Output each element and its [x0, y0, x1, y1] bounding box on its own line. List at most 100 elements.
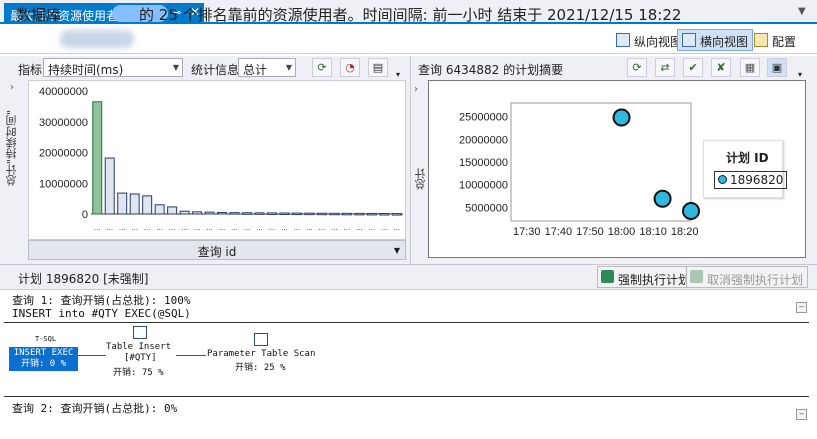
legend-item[interactable]: 1896820 — [714, 171, 788, 189]
horizontal-view-label: 横向视图 — [700, 35, 749, 49]
table-insert-cost: 开销: 75 % — [113, 368, 164, 378]
unforce-plan-button[interactable]: 取消强制执行计划 — [686, 266, 809, 288]
x-tick-label: ... — [131, 223, 138, 232]
bar — [129, 193, 140, 215]
y-tick-label: 20000000 — [39, 148, 88, 160]
parameter-table-scan-label: Parameter Table Scan — [207, 349, 316, 359]
toolbar-overflow-icon[interactable]: ▾ — [798, 70, 802, 79]
track-query-icon[interactable]: ◔ — [340, 58, 360, 77]
statistic-select[interactable]: 总计 ▼ — [238, 58, 296, 77]
insert-exec-node[interactable]: INSERT EXEC 开销: 0 % — [9, 347, 78, 371]
table-insert-icon[interactable] — [133, 326, 147, 339]
bar — [92, 101, 103, 215]
legend-title: 计划 ID — [726, 151, 769, 165]
bar — [279, 212, 290, 215]
force-plan-label: 强制执行计划 — [618, 273, 691, 287]
bar — [304, 212, 315, 216]
query-id-axis-button[interactable]: 查询 id ▼ — [28, 240, 406, 260]
x-tick-label: ... — [244, 223, 251, 232]
x-tick-label: ... — [169, 223, 176, 232]
query1-sql: INSERT into #QTY EXEC(@SQL) — [12, 307, 191, 320]
bar — [167, 206, 178, 215]
horizontal-view-button[interactable]: 横向视图 — [677, 29, 754, 51]
y-tick-label: 0 — [82, 209, 88, 221]
metric-label: 指标 — [18, 63, 43, 77]
x-tick-label: ... — [319, 223, 326, 232]
bar — [154, 204, 165, 215]
table-insert-label: Table Insert — [106, 342, 172, 352]
plan-arrow — [176, 355, 206, 356]
x-tick-label: ... — [181, 223, 188, 232]
toolbar-overflow-icon[interactable]: ▾ — [396, 70, 400, 79]
plan-arrow — [78, 355, 106, 356]
bar — [291, 212, 302, 216]
vertical-view-label: 纵向视图 — [634, 35, 683, 49]
x-tick-label: ... — [281, 223, 288, 232]
view-query-text-icon[interactable]: ▤ — [368, 58, 388, 77]
bar — [266, 212, 277, 215]
plan-legend: 计划 ID 1896820 — [703, 140, 788, 198]
left-y-axis-label: 总计"持续时间" — [5, 110, 18, 187]
right-y-axis-label: 总计 — [414, 168, 427, 190]
bar — [142, 195, 153, 215]
y-tick-label: 25000000 — [459, 112, 508, 124]
x-tick-label: ... — [119, 223, 126, 232]
bar — [379, 213, 390, 216]
report-description: 数据库 的 25 个排名靠前的资源使用者。时间间隔: 前一小时 结束于 2021/… — [16, 4, 681, 25]
unforce-plan-icon[interactable]: ✘ — [711, 58, 731, 77]
configure-button[interactable]: 配置 — [749, 29, 801, 51]
bar — [117, 192, 128, 215]
y-tick-label: 10000000 — [39, 178, 88, 190]
y-tick-label: 30000000 — [39, 117, 88, 129]
bar — [329, 212, 340, 216]
refresh-icon[interactable]: ⟳ — [312, 58, 332, 77]
force-plan-icon[interactable]: ✔ — [683, 58, 703, 77]
chevron-down-icon: ▼ — [285, 63, 292, 72]
y-tick-label: 15000000 — [459, 157, 508, 169]
query-divider — [4, 396, 809, 397]
force-plan-button[interactable]: 强制执行计划 — [597, 266, 696, 288]
bar — [217, 211, 228, 215]
vertical-view-button[interactable]: 纵向视图 — [611, 29, 687, 51]
unforce-plan-icon — [690, 270, 703, 283]
duration-bar-chart: 0 10000000 20000000 30000000 40000000.......… — [28, 80, 406, 240]
x-tick-label: ... — [269, 223, 276, 232]
x-tick-label: ... — [393, 223, 400, 232]
plan-summary-title: 查询 6434882 的计划摘要 — [418, 63, 564, 77]
force-plan-icon — [601, 270, 614, 283]
metric-select-value: 持续时间(ms) — [48, 63, 124, 77]
metric-select[interactable]: 持续时间(ms) ▼ — [43, 58, 183, 77]
header-text-post: 的 25 个排名靠前的资源使用者。时间间隔: 前一小时 结束于 2021/12/… — [139, 6, 682, 24]
x-tick-label: ... — [231, 223, 238, 232]
x-tick-label: ... — [344, 223, 351, 232]
query-divider — [4, 322, 809, 323]
x-tick-label: ... — [356, 223, 363, 232]
chart-view-icon[interactable]: ▣ — [767, 58, 787, 77]
x-tick-label: 18:00 — [608, 226, 636, 238]
header-text-pre: 数据库 — [16, 6, 62, 24]
scatter-point — [612, 108, 631, 127]
compare-plans-icon[interactable]: ⇄ — [655, 58, 675, 77]
parameter-table-scan-icon[interactable] — [254, 333, 268, 346]
plan-title: 计划 1896820 [未强制] — [18, 272, 149, 286]
bar — [354, 212, 365, 216]
legend-marker — [718, 175, 727, 184]
x-tick-label: 17:30 — [513, 226, 541, 238]
x-tick-label: ... — [156, 223, 163, 232]
x-tick-label: 17:50 — [576, 226, 604, 238]
expand-right-icon[interactable]: › — [414, 84, 418, 95]
tab-dropdown-icon[interactable]: ▼ — [798, 6, 806, 17]
collapse-query2-icon[interactable]: − — [796, 409, 807, 420]
y-tick-label: 10000000 — [459, 180, 508, 192]
bar — [341, 212, 352, 216]
statistic-label: 统计信息 — [191, 63, 240, 77]
grid-view-icon[interactable]: ▦ — [740, 58, 760, 77]
refresh-icon[interactable]: ⟳ — [627, 58, 647, 77]
bar — [366, 212, 377, 216]
collapse-query1-icon[interactable]: − — [796, 302, 807, 313]
x-tick-label: ... — [219, 223, 226, 232]
expand-left-icon[interactable]: › — [10, 82, 14, 93]
horizontal-layout-icon — [682, 33, 696, 47]
chevron-down-icon: ▼ — [393, 246, 400, 255]
y-tick-label: 40000000 — [39, 86, 88, 98]
